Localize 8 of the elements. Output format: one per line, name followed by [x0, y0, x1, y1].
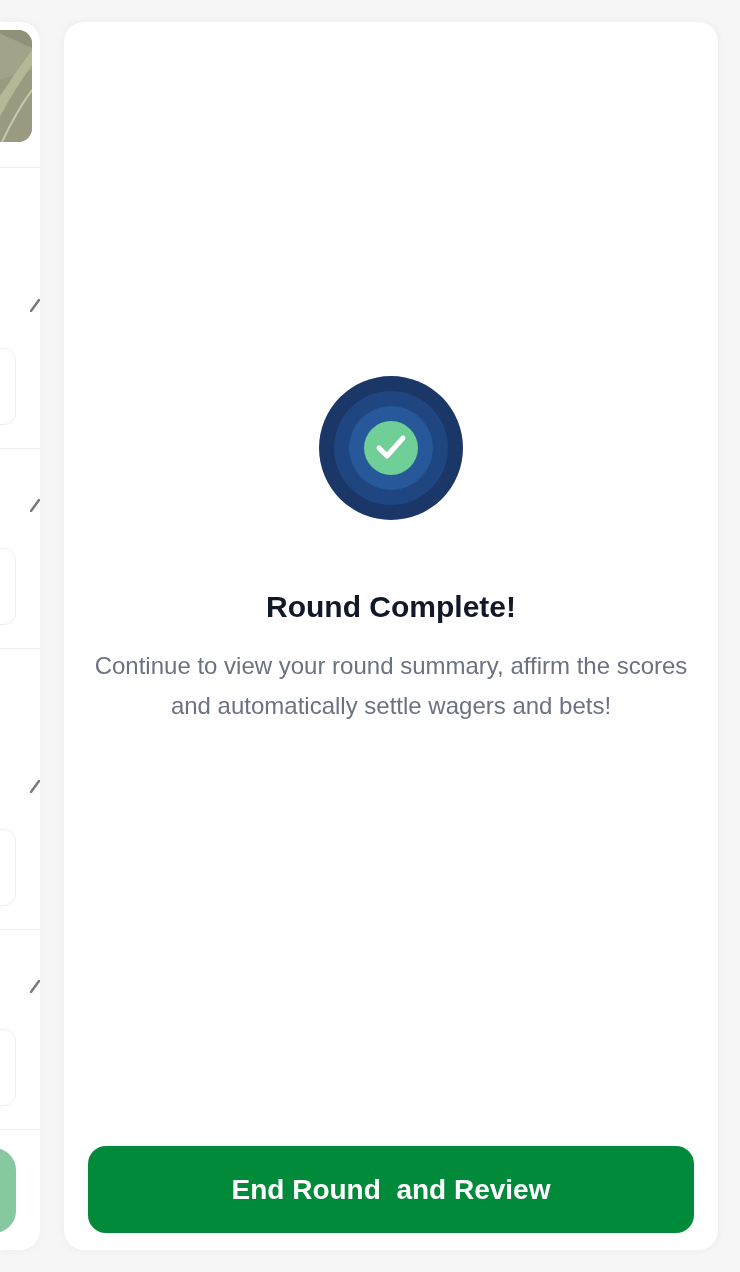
- stroke-icon: [30, 498, 40, 512]
- end-round-button[interactable]: End Round and Review: [88, 1146, 694, 1233]
- dialog-title: Round Complete!: [266, 590, 516, 624]
- stroke-icon: [30, 779, 40, 793]
- dialog-message: Continue to view your round summary, affirm the scores and automatically settle wagers and bets!: [93, 651, 689, 721]
- check-icon: [319, 376, 463, 520]
- stroke-icon: [30, 298, 40, 312]
- stroke-icon: [30, 979, 40, 993]
